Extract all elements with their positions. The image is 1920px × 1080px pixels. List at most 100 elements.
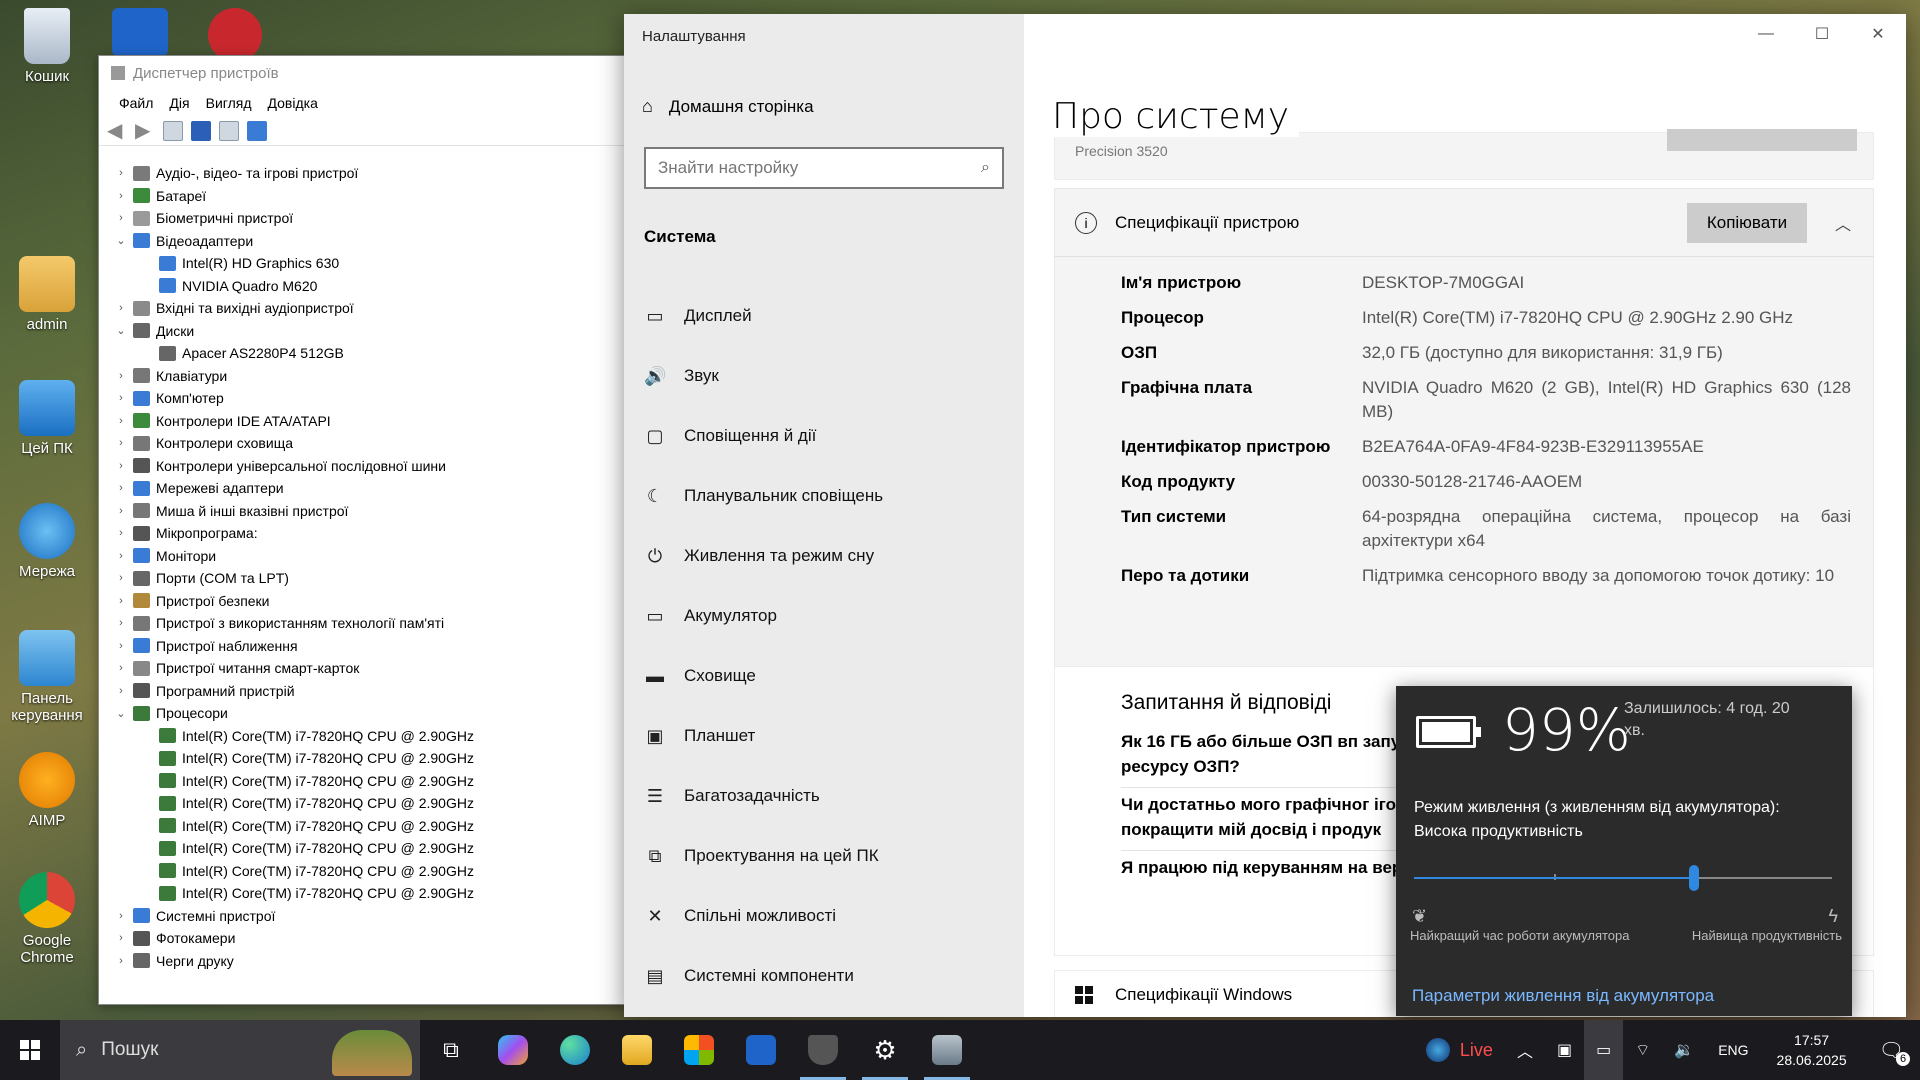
chevron-right-icon[interactable]: › <box>113 437 129 449</box>
tree-category[interactable]: › Біометричні пристрої <box>113 207 627 230</box>
monitor-icon[interactable] <box>247 120 267 141</box>
nav-item[interactable]: ▭ Акумулятор <box>644 586 1004 646</box>
chevron-down-icon[interactable]: ⌄ <box>113 707 129 720</box>
chevron-right-icon[interactable]: › <box>113 167 129 179</box>
home-link[interactable]: ⌂ Домашня сторінка <box>642 96 814 117</box>
tree-category[interactable]: › Контролери IDE ATA/ATAPI <box>113 410 627 433</box>
chevron-right-icon[interactable]: › <box>113 955 129 967</box>
chevron-right-icon[interactable]: › <box>113 302 129 314</box>
tree-category[interactable]: › Контролери універсальної послідовної ши… <box>113 455 627 478</box>
meet-icon[interactable]: ▣ <box>1545 1020 1584 1080</box>
chevron-right-icon[interactable]: › <box>113 482 129 494</box>
chevron-right-icon[interactable]: › <box>113 617 129 629</box>
tree-device[interactable]: Apacer AS2280P4 512GB <box>113 342 627 365</box>
tree-category[interactable]: › Пристрої наближення <box>113 635 627 658</box>
settings-button[interactable]: ⚙ <box>854 1020 916 1080</box>
nav-item[interactable]: ☰ Багатозадачність <box>644 766 1004 826</box>
tree-category[interactable]: › Пристрої читання смарт-карток <box>113 657 627 680</box>
language-indicator[interactable]: ENG <box>1706 1020 1760 1080</box>
desktop-icon-this-pc[interactable]: Цей ПК <box>2 380 92 457</box>
nav-item[interactable]: ☾ Планувальник сповіщень <box>644 466 1004 526</box>
nav-item[interactable]: ▣ Планшет <box>644 706 1004 766</box>
tree-device[interactable]: Intel(R) Core(TM) i7-7820HQ CPU @ 2.90GH… <box>113 747 627 770</box>
chevron-right-icon[interactable]: › <box>113 550 129 562</box>
copilot-button[interactable] <box>482 1020 544 1080</box>
tree-category[interactable]: › Пристрої безпеки <box>113 590 627 613</box>
nav-item[interactable]: ✕ Спільні можливості <box>644 886 1004 946</box>
chevron-right-icon[interactable]: › <box>113 392 129 404</box>
store-button[interactable] <box>668 1020 730 1080</box>
chevron-up-icon[interactable]: ︿ <box>1505 1020 1545 1080</box>
chevron-down-icon[interactable]: ⌄ <box>113 324 129 337</box>
forward-arrow-icon[interactable]: ▶ <box>135 121 155 141</box>
menu-view[interactable]: Вигляд <box>198 93 260 113</box>
back-arrow-icon[interactable]: ◀ <box>107 121 127 141</box>
properties-icon[interactable] <box>163 120 183 141</box>
chevron-right-icon[interactable]: › <box>113 932 129 944</box>
chevron-right-icon[interactable]: › <box>113 415 129 427</box>
chevron-right-icon[interactable]: › <box>113 190 129 202</box>
chevron-right-icon[interactable]: › <box>113 595 129 607</box>
chevron-right-icon[interactable]: › <box>113 527 129 539</box>
outlook-button[interactable] <box>730 1020 792 1080</box>
chevron-up-icon[interactable]: ︿ <box>1835 211 1851 235</box>
nav-item[interactable]: ▢ Сповіщення й дії <box>644 406 1004 466</box>
battery-tray-icon[interactable]: ▭ <box>1584 1020 1624 1080</box>
rename-button[interactable] <box>1667 129 1857 151</box>
tree-device[interactable]: Intel(R) HD Graphics 630 <box>113 252 627 275</box>
chevron-right-icon[interactable]: › <box>113 685 129 697</box>
app-desktop-icon[interactable] <box>208 8 262 62</box>
tree-device[interactable]: Intel(R) Core(TM) i7-7820HQ CPU @ 2.90GH… <box>113 770 627 793</box>
battery-settings-link[interactable]: Параметри живлення від акумулятора <box>1412 986 1714 1006</box>
slider-thumb[interactable] <box>1689 865 1700 891</box>
chevron-right-icon[interactable]: › <box>113 212 129 224</box>
edge-button[interactable] <box>544 1020 606 1080</box>
tree-category[interactable]: ⌄ Відеоадаптери <box>113 230 627 253</box>
nav-item[interactable]: ⧉ Проектування на цей ПК <box>644 826 1004 886</box>
tree-device[interactable]: NVIDIA Quadro M620 <box>113 275 627 298</box>
spec-header[interactable]: i Специфікації пристрою Копіювати ︿ <box>1055 189 1873 257</box>
device-manager-titlebar[interactable]: Диспетчер пристроїв <box>99 56 627 90</box>
desktop-icon-aimp[interactable]: AIMP <box>2 752 92 829</box>
tree-device[interactable]: Intel(R) Core(TM) i7-7820HQ CPU @ 2.90GH… <box>113 815 627 838</box>
help-icon[interactable] <box>191 120 211 141</box>
tree-device[interactable]: Intel(R) Core(TM) i7-7820HQ CPU @ 2.90GH… <box>113 792 627 815</box>
tree-category[interactable]: › Фотокамери <box>113 927 627 950</box>
tree-device[interactable]: Intel(R) Core(TM) i7-7820HQ CPU @ 2.90GH… <box>113 882 627 905</box>
menu-file[interactable]: Файл <box>111 93 161 113</box>
tree-category[interactable]: › Порти (COM та LPT) <box>113 567 627 590</box>
volume-icon[interactable]: 🔉 <box>1662 1020 1706 1080</box>
nav-item[interactable]: 🔊 Звук <box>644 346 1004 406</box>
clock[interactable]: 17:57 28.06.2025 <box>1761 1020 1863 1080</box>
view-icon[interactable] <box>219 120 239 141</box>
tree-category[interactable]: ⌄ Процесори <box>113 702 627 725</box>
chevron-right-icon[interactable]: › <box>113 460 129 472</box>
tree-category[interactable]: › Пристрої з використанням технології пам… <box>113 612 627 635</box>
tree-device[interactable]: Intel(R) Core(TM) i7-7820HQ CPU @ 2.90GH… <box>113 837 627 860</box>
chevron-right-icon[interactable]: › <box>113 572 129 584</box>
live-widget[interactable]: Live <box>1414 1020 1505 1080</box>
nav-item[interactable]: ▤ Системні компоненти <box>644 946 1004 1006</box>
tree-category[interactable]: › Мікропрограма: <box>113 522 627 545</box>
menu-action[interactable]: Дія <box>161 93 197 113</box>
start-button[interactable] <box>0 1020 60 1080</box>
tree-category[interactable]: › Клавіатури <box>113 365 627 388</box>
tree-category[interactable]: › Системні пристрої <box>113 905 627 928</box>
tree-category[interactable]: › Вхідні та вихідні аудіопристрої <box>113 297 627 320</box>
nav-item[interactable]: ▬ Сховище <box>644 646 1004 706</box>
chevron-right-icon[interactable]: › <box>113 910 129 922</box>
desktop-icon-network[interactable]: Мережа <box>2 503 92 580</box>
tree-category[interactable]: › Батареї <box>113 185 627 208</box>
settings-search-input[interactable]: Знайти настройку ⌕ <box>644 147 1004 189</box>
task-view-button[interactable]: ⧉ <box>420 1020 482 1080</box>
tree-device[interactable]: Intel(R) Core(TM) i7-7820HQ CPU @ 2.90GH… <box>113 860 627 883</box>
chevron-right-icon[interactable]: › <box>113 505 129 517</box>
copy-button[interactable]: Копіювати <box>1687 203 1807 243</box>
nav-item[interactable]: ⏻ Живлення та режим сну <box>644 526 1004 586</box>
chevron-down-icon[interactable]: ⌄ <box>113 234 129 247</box>
power-mode-slider[interactable] <box>1414 864 1832 894</box>
chevron-right-icon[interactable]: › <box>113 640 129 652</box>
tree-category[interactable]: › Монітори <box>113 545 627 568</box>
tree-category[interactable]: › Комп'ютер <box>113 387 627 410</box>
taskbar-search[interactable]: ⌕ Пошук <box>60 1020 420 1080</box>
